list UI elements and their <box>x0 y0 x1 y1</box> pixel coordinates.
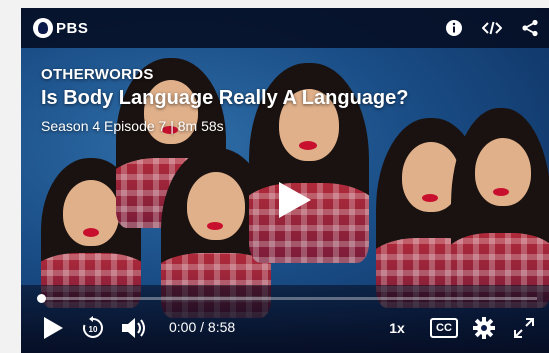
cc-icon: CC <box>430 318 458 338</box>
time-display: 0:00 / 8:58 <box>169 319 235 335</box>
playback-speed-button[interactable]: 1x <box>383 311 411 345</box>
control-row: 10 0:00 / 8:58 1x CC <box>21 311 549 345</box>
episode-meta: Season 4 Episode 7 | 8m 58s <box>41 118 224 134</box>
volume-button[interactable] <box>119 311 149 345</box>
pbs-logo-text: PBS <box>56 19 89 37</box>
show-name: OTHERWORDS <box>41 66 154 83</box>
pbs-logo[interactable]: PBS <box>33 18 88 38</box>
svg-text:10: 10 <box>89 325 98 334</box>
current-time: 0:00 <box>169 319 197 335</box>
progress-bar[interactable] <box>39 297 537 300</box>
episode-title: Is Body Language Really A Language? <box>41 87 409 109</box>
captions-button[interactable]: CC <box>429 311 459 345</box>
fullscreen-icon <box>514 318 534 338</box>
rewind-10-icon: 10 <box>83 316 103 338</box>
embed-icon[interactable] <box>481 17 503 39</box>
fullscreen-button[interactable] <box>511 311 537 345</box>
video-player[interactable]: PBS OTHERWORDS Is Body Language Really A… <box>21 8 549 353</box>
top-actions <box>443 17 541 39</box>
settings-button[interactable] <box>471 311 497 345</box>
rewind-10-button[interactable]: 10 <box>79 311 107 345</box>
player-top-bar: PBS <box>21 8 549 48</box>
player-controls: 10 0:00 / 8:58 1x CC <box>21 285 549 353</box>
play-icon <box>279 182 311 218</box>
episode-info: OTHERWORDS Is Body Language Really A Lan… <box>41 66 408 134</box>
gear-icon <box>473 317 495 339</box>
center-play-button[interactable] <box>271 178 315 222</box>
share-icon[interactable] <box>519 17 541 39</box>
scrubber-handle[interactable] <box>37 294 46 303</box>
play-icon <box>44 317 63 339</box>
pbs-head-icon <box>33 18 53 38</box>
info-icon[interactable] <box>443 17 465 39</box>
volume-icon <box>122 318 145 338</box>
time-separator: / <box>200 319 205 335</box>
video-frame-figure-6 <box>451 108 549 308</box>
play-button[interactable] <box>39 311 67 345</box>
duration: 8:58 <box>207 319 236 335</box>
